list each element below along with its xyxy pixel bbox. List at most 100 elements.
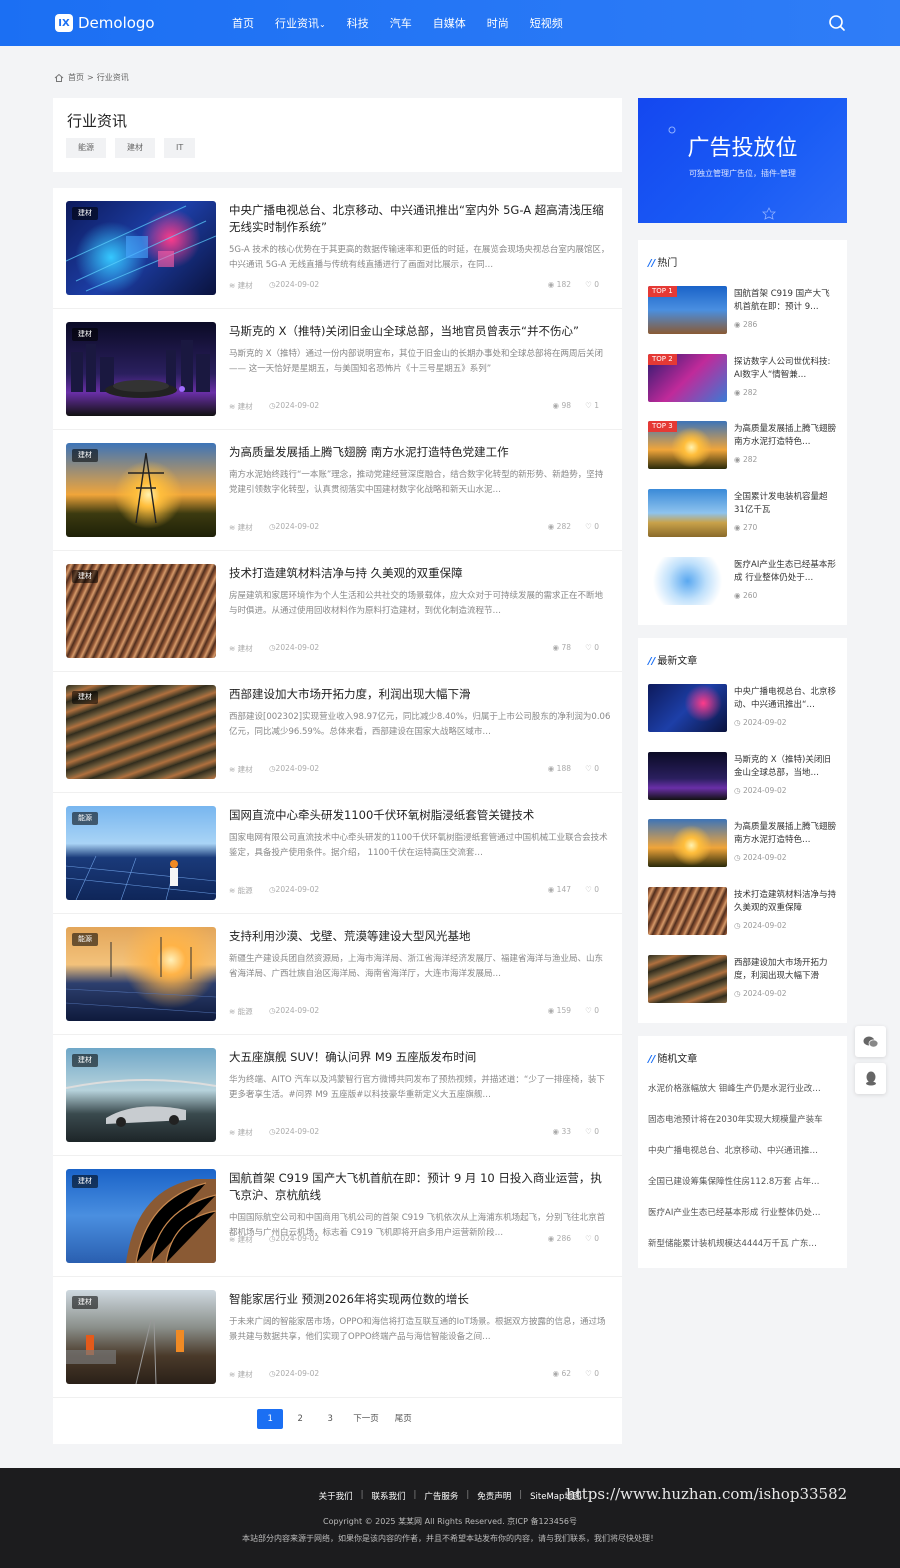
meta-category[interactable]: ≋ 建材 xyxy=(229,1369,253,1380)
hot-thumbnail[interactable]: TOP 1 xyxy=(648,286,727,334)
nav-item-tech[interactable]: 科技 xyxy=(347,15,369,31)
random-item[interactable]: 水泥价格涨幅放大 钼峰生产仍是水泥行业改… xyxy=(648,1082,838,1094)
page-3[interactable]: 3 xyxy=(317,1409,343,1429)
site-logo[interactable]: IX Demologo xyxy=(55,12,155,34)
hot-thumbnail[interactable] xyxy=(648,557,727,605)
hot-item[interactable]: TOP 1 国航首架 C919 国产大飞机首航在即：预计 9… ◉ 286 xyxy=(648,286,838,336)
ad-banner[interactable]: 广告投放位 可独立管理广告位，插件-管理 xyxy=(638,98,847,223)
article-title[interactable]: 国航首架 C919 国产大飞机首航在即：预计 9 月 10 日投入商业运营，执飞… xyxy=(229,1170,611,1204)
article-thumbnail[interactable]: 建材 xyxy=(66,685,216,779)
article-thumbnail[interactable]: 建材 xyxy=(66,322,216,416)
hot-thumbnail[interactable] xyxy=(648,489,727,537)
random-item[interactable]: 中央广播电视总台、北京移动、中兴通讯推… xyxy=(648,1144,838,1156)
article-title[interactable]: 国网直流中心牵头研发1100千伏环氧树脂浸纸套管关键技术 xyxy=(229,807,611,824)
article-item[interactable]: 建材 大五座旗舰 SUV！确认问界 M9 五座版发布时间 华为终端、AITO 汽… xyxy=(53,1035,622,1156)
latest-thumbnail[interactable] xyxy=(648,887,727,935)
nav-item-home[interactable]: 首页 xyxy=(232,15,254,31)
meta-likes[interactable]: ♡ 0 xyxy=(585,1234,599,1243)
article-item[interactable]: 建材 技术打造建筑材料洁净与持 久美观的双重保障 房屋建筑和家居环境作为个人生活… xyxy=(53,551,622,672)
footer-link-ads[interactable]: 广告服务 xyxy=(416,1490,466,1502)
latest-item[interactable]: 马斯克的 X（推特)关闭旧金山全球总部，当地… ◷ 2024-09-02 xyxy=(648,752,838,802)
article-item[interactable]: 建材 国航首架 C919 国产大飞机首航在即：预计 9 月 10 日投入商业运营… xyxy=(53,1156,622,1277)
latest-item[interactable]: 中央广播电视总台、北京移动、中兴通讯推出“… ◷ 2024-09-02 xyxy=(648,684,838,734)
nav-item-fashion[interactable]: 时尚 xyxy=(487,15,509,31)
next-page-button[interactable]: 下一页 xyxy=(347,1409,385,1429)
meta-likes[interactable]: ♡ 0 xyxy=(585,1369,599,1378)
hot-item-title[interactable]: 医疗AI产业生态已经基本形成 行业整体仍处于… xyxy=(734,559,838,585)
meta-likes[interactable]: ♡ 0 xyxy=(585,522,599,531)
hot-item-title[interactable]: 全国累计发电装机容量超31亿千瓦 xyxy=(734,491,838,517)
meta-category[interactable]: ≋ 建材 xyxy=(229,280,253,291)
random-item[interactable]: 新型储能累计装机规模达4444万千瓦 广东… xyxy=(648,1237,838,1249)
breadcrumb-home[interactable]: 首页 xyxy=(68,72,84,83)
page-1[interactable]: 1 xyxy=(257,1409,284,1429)
hot-item[interactable]: 医疗AI产业生态已经基本形成 行业整体仍处于… ◉ 260 xyxy=(648,557,838,607)
meta-likes[interactable]: ♡ 0 xyxy=(585,885,599,894)
nav-item-video[interactable]: 短视频 xyxy=(530,15,563,31)
random-item[interactable]: 全国已建设筹集保障性住房112.8万套 占年… xyxy=(648,1175,838,1187)
nav-item-auto[interactable]: 汽车 xyxy=(390,15,412,31)
random-item[interactable]: 固态电池预计将在2030年实现大规模量产装车 xyxy=(648,1113,838,1125)
article-title[interactable]: 西部建设加大市场开拓力度，利润出现大幅下滑 xyxy=(229,686,611,703)
footer-link-contact[interactable]: 联系我们 xyxy=(363,1490,413,1502)
article-item[interactable]: 建材 中央广播电视总台、北京移动、中兴通讯推出“室内外 5G-A 超高清浅压缩无… xyxy=(53,188,622,309)
hot-thumbnail[interactable]: TOP 3 xyxy=(648,421,727,469)
latest-thumbnail[interactable] xyxy=(648,684,727,732)
meta-likes[interactable]: ♡ 0 xyxy=(585,280,599,289)
article-title[interactable]: 支持利用沙漠、戈壁、荒漠等建设大型风光基地 xyxy=(229,928,611,945)
nav-item-industry[interactable]: 行业资讯⌄ xyxy=(275,15,326,31)
article-thumbnail[interactable]: 能源 xyxy=(66,927,216,1021)
footer-link-about[interactable]: 关于我们 xyxy=(311,1490,361,1502)
tag-building[interactable]: 建材 xyxy=(115,138,155,158)
article-thumbnail[interactable]: 建材 xyxy=(66,1290,216,1384)
meta-category[interactable]: ≋ 建材 xyxy=(229,1234,253,1245)
article-title[interactable]: 中央广播电视总台、北京移动、中兴通讯推出“室内外 5G-A 超高清浅压缩无线实时… xyxy=(229,202,611,236)
article-title[interactable]: 为高质量发展插上腾飞翅膀 南方水泥打造特色党建工作 xyxy=(229,444,611,461)
hot-item[interactable]: TOP 2 探访数字人公司世优科技: AI数字人“情智兼… ◉ 282 xyxy=(648,354,838,404)
article-item[interactable]: 建材 智能家居行业 预测2026年将实现两位数的增长 于未来广阔的智能家居市场，… xyxy=(53,1277,622,1398)
article-title[interactable]: 技术打造建筑材料洁净与持 久美观的双重保障 xyxy=(229,565,611,582)
page-2[interactable]: 2 xyxy=(287,1409,313,1429)
article-title[interactable]: 马斯克的 X（推特)关闭旧金山全球总部，当地官员曾表示“并不伤心” xyxy=(229,323,611,340)
meta-likes[interactable]: ♡ 0 xyxy=(585,1006,599,1015)
meta-category[interactable]: ≋ 建材 xyxy=(229,401,253,412)
latest-item-title[interactable]: 技术打造建筑材料洁净与持 久美观的双重保障 xyxy=(734,889,838,915)
hot-item-title[interactable]: 探访数字人公司世优科技: AI数字人“情智兼… xyxy=(734,356,838,382)
last-page-button[interactable]: 尾页 xyxy=(389,1409,418,1429)
article-title[interactable]: 大五座旗舰 SUV！确认问界 M9 五座版发布时间 xyxy=(229,1049,611,1066)
meta-likes[interactable]: ♡ 0 xyxy=(585,643,599,652)
meta-likes[interactable]: ♡ 1 xyxy=(585,401,599,410)
search-button[interactable] xyxy=(828,14,846,32)
meta-category[interactable]: ≋ 建材 xyxy=(229,643,253,654)
latest-thumbnail[interactable] xyxy=(648,752,727,800)
article-title[interactable]: 智能家居行业 预测2026年将实现两位数的增长 xyxy=(229,1291,611,1308)
meta-category[interactable]: ≋ 能源 xyxy=(229,1006,253,1017)
qq-button[interactable] xyxy=(855,1063,886,1094)
random-item[interactable]: 医疗AI产业生态已经基本形成 行业整体仍处… xyxy=(648,1206,838,1218)
article-item[interactable]: 能源 支持利用沙漠、戈壁、荒漠等建设大型风光基地 新疆生产建设兵团自然资源局，上… xyxy=(53,914,622,1035)
meta-category[interactable]: ≋ 能源 xyxy=(229,885,253,896)
nav-item-media[interactable]: 自媒体 xyxy=(433,15,466,31)
article-thumbnail[interactable]: 建材 xyxy=(66,201,216,295)
article-item[interactable]: 建材 西部建设加大市场开拓力度，利润出现大幅下滑 西部建设[002302]实现营… xyxy=(53,672,622,793)
latest-item[interactable]: 技术打造建筑材料洁净与持 久美观的双重保障 ◷ 2024-09-02 xyxy=(648,887,838,937)
article-item[interactable]: 能源 国网直流中心牵头研发1100千伏环氧树脂浸纸套管关键技术 国家电网有限公司… xyxy=(53,793,622,914)
meta-likes[interactable]: ♡ 0 xyxy=(585,1127,599,1136)
article-item[interactable]: 建材 为高质量发展插上腾飞翅膀 南方水泥打造特色党建工作 南方水泥始终践行“一本… xyxy=(53,430,622,551)
latest-item-title[interactable]: 西部建设加大市场开拓力度，利润出现大幅下滑 xyxy=(734,957,838,983)
latest-item-title[interactable]: 中央广播电视总台、北京移动、中兴通讯推出“… xyxy=(734,686,838,712)
article-thumbnail[interactable]: 能源 xyxy=(66,806,216,900)
hot-item[interactable]: 全国累计发电装机容量超31亿千瓦 ◉ 270 xyxy=(648,489,838,539)
latest-item-title[interactable]: 为高质量发展插上腾飞翅膀 南方水泥打造特色… xyxy=(734,821,838,847)
hot-item[interactable]: TOP 3 为高质量发展插上腾飞翅膀 南方水泥打造特色… ◉ 282 xyxy=(648,421,838,471)
meta-likes[interactable]: ♡ 0 xyxy=(585,764,599,773)
tag-energy[interactable]: 能源 xyxy=(66,138,106,158)
article-item[interactable]: 建材 马斯克的 X（推特)关闭旧金山全球总部，当地官员曾表示“并不伤心” 马斯克… xyxy=(53,309,622,430)
meta-category[interactable]: ≋ 建材 xyxy=(229,1127,253,1138)
latest-item-title[interactable]: 马斯克的 X（推特)关闭旧金山全球总部，当地… xyxy=(734,754,838,780)
latest-thumbnail[interactable] xyxy=(648,819,727,867)
article-thumbnail[interactable]: 建材 xyxy=(66,443,216,537)
hot-item-title[interactable]: 国航首架 C919 国产大飞机首航在即：预计 9… xyxy=(734,288,838,314)
wechat-button[interactable] xyxy=(855,1026,886,1057)
article-thumbnail[interactable]: 建材 xyxy=(66,1169,216,1263)
